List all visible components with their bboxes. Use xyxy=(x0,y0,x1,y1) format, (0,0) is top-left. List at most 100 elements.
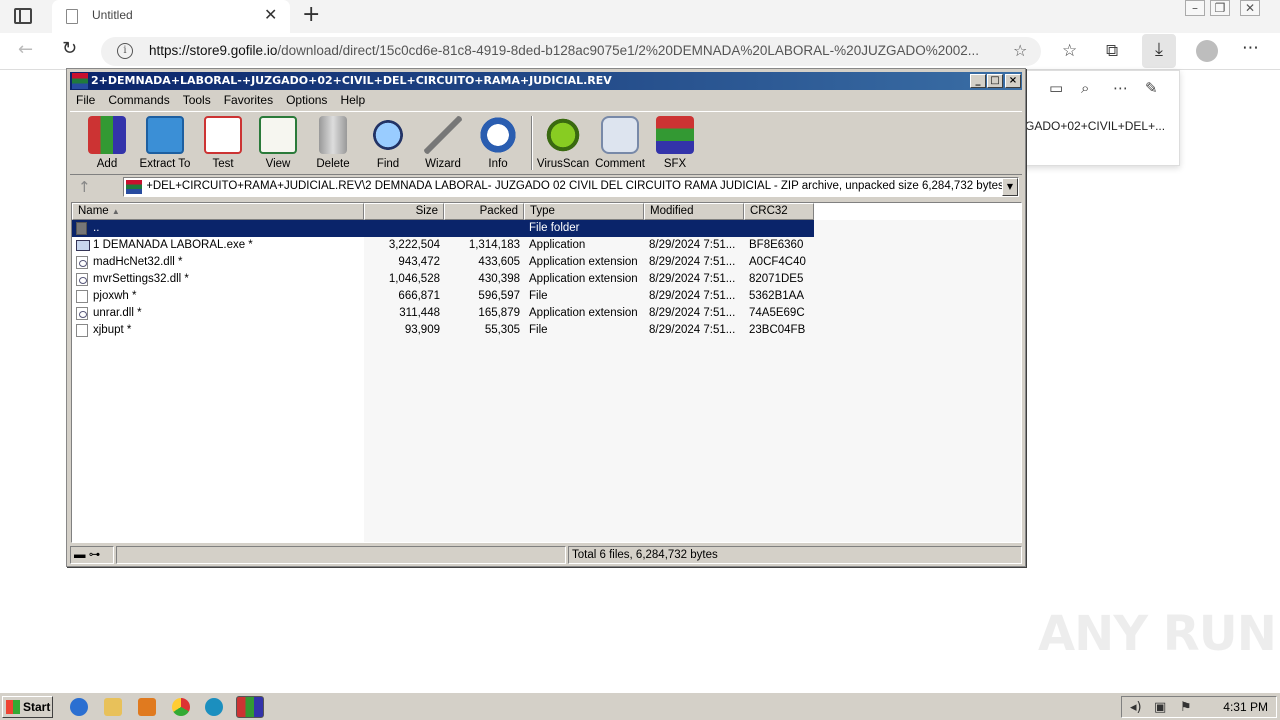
url-text[interactable]: https://store9.gofile.io/download/direct… xyxy=(149,43,1009,58)
view-button[interactable]: View xyxy=(250,114,306,170)
menu-help[interactable]: Help xyxy=(334,91,372,107)
volume-icon[interactable]: ◂) xyxy=(1130,700,1142,715)
search-icon[interactable]: ⌕ xyxy=(1081,79,1089,97)
file-row[interactable]: .. File folder xyxy=(72,220,814,237)
menu-file[interactable]: File xyxy=(70,91,102,107)
window-titlebar[interactable]: 2+DEMNADA+LABORAL-+JUZGADO+02+CIVIL+DEL+… xyxy=(70,72,1022,90)
page-icon xyxy=(66,9,78,24)
dll-file-icon xyxy=(76,256,88,269)
reload-icon[interactable]: ↻ xyxy=(62,38,77,59)
wand-icon xyxy=(424,116,462,154)
tab-title: Untitled xyxy=(92,8,133,22)
comment-button[interactable]: Comment xyxy=(592,114,648,170)
collections-icon[interactable]: ⧉ xyxy=(1106,41,1118,61)
file-modified: 8/29/2024 7:51... xyxy=(649,273,736,285)
col-modified[interactable]: Modified xyxy=(644,203,744,220)
ie-icon[interactable] xyxy=(70,698,88,716)
virusscan-button[interactable]: VirusScan xyxy=(535,114,591,170)
media-player-icon[interactable] xyxy=(138,698,156,716)
sfx-books-icon xyxy=(656,116,694,154)
window-title: 2+DEMNADA+LABORAL-+JUZGADO+02+CIVIL+DEL+… xyxy=(91,74,612,87)
file-row[interactable]: madHcNet32.dll * 943,472 433,605 Applicatio… xyxy=(72,254,814,271)
file-size: 93,909 xyxy=(404,324,440,336)
edge-icon[interactable] xyxy=(205,698,223,716)
winrar-window: 2+DEMNADA+LABORAL-+JUZGADO+02+CIVIL+DEL+… xyxy=(66,68,1026,567)
file-name: madHcNet32.dll * xyxy=(93,256,183,268)
toolbar-separator xyxy=(531,116,533,170)
tab-actions-icon[interactable] xyxy=(14,8,32,24)
minimize-icon[interactable]: – xyxy=(1185,0,1205,16)
test-button[interactable]: Test xyxy=(195,114,251,170)
browser-tab-bar: Untitled ✕ + – ❐ ✕ xyxy=(0,0,1280,33)
bug-icon xyxy=(544,116,582,154)
archive-path-combobox[interactable]: \DO+02+CIVIL+DEL+CIRCUITO+RAMA+JUDICIAL.… xyxy=(123,177,1019,197)
close-button[interactable]: × xyxy=(1005,74,1021,88)
path-dropdown-icon[interactable]: ▼ xyxy=(1002,178,1018,196)
close-tab-icon[interactable]: ✕ xyxy=(264,5,277,24)
file-icon xyxy=(76,324,88,337)
extract-to-button[interactable]: Extract To xyxy=(137,114,193,170)
winrar-taskbar-icon[interactable] xyxy=(236,696,264,718)
file-name: unrar.dll * xyxy=(93,307,142,319)
flag-icon[interactable]: ⚑ xyxy=(1180,700,1192,715)
file-row[interactable]: mvrSettings32.dll * 1,046,528 430,398 Appli… xyxy=(72,271,814,288)
favorites-icon[interactable]: ☆ xyxy=(1062,41,1077,61)
menu-options[interactable]: Options xyxy=(280,91,334,107)
col-type[interactable]: Type xyxy=(524,203,644,220)
downloads-panel: ▭ ⌕ ⋯ ✎ GADO+02+CIVIL+DEL+... xyxy=(1022,70,1180,166)
download-filename[interactable]: GADO+02+CIVIL+DEL+... xyxy=(1025,119,1165,133)
address-toolbar: ← ↻ i https://store9.gofile.io/download/… xyxy=(0,33,1280,70)
favorite-star-icon[interactable]: ☆ xyxy=(1013,41,1027,60)
col-packed[interactable]: Packed xyxy=(444,203,524,220)
start-label: Start xyxy=(23,700,51,714)
file-list: Name ▲ Size Packed Type Modified CRC32 .… xyxy=(71,202,1022,543)
url-bar[interactable]: i https://store9.gofile.io/download/dire… xyxy=(101,37,1041,66)
comment-icon xyxy=(601,116,639,154)
menu-commands[interactable]: Commands xyxy=(102,91,176,107)
site-info-icon[interactable]: i xyxy=(117,43,133,59)
col-crc32[interactable]: CRC32 xyxy=(744,203,814,220)
back-icon[interactable]: ← xyxy=(18,39,33,60)
add-button[interactable]: Add xyxy=(79,114,135,170)
explorer-icon[interactable] xyxy=(104,698,122,716)
col-size[interactable]: Size xyxy=(364,203,444,220)
wizard-button[interactable]: Wizard xyxy=(415,114,471,170)
find-button[interactable]: Find xyxy=(360,114,416,170)
col-name[interactable]: Name ▲ xyxy=(72,203,364,220)
folder-extract-icon xyxy=(146,116,184,154)
chrome-icon[interactable] xyxy=(172,698,190,716)
network-icon[interactable]: ▣ xyxy=(1154,700,1166,715)
more-menu-icon[interactable]: ⋯ xyxy=(1242,38,1259,58)
menu-bar: File Commands Tools Favorites Options Help xyxy=(70,91,1022,109)
file-packed: 433,605 xyxy=(478,256,520,268)
info-button[interactable]: Info xyxy=(470,114,526,170)
file-row[interactable]: pjoxwh * 666,871 596,597 File 8/29/2024 7:51… xyxy=(72,288,814,305)
start-button[interactable]: Start xyxy=(2,696,53,718)
up-one-level-icon[interactable]: ↑ xyxy=(78,178,91,196)
menu-favorites[interactable]: Favorites xyxy=(218,91,280,107)
close-window-icon[interactable]: ✕ xyxy=(1240,0,1260,16)
file-row[interactable]: 1 DEMANADA LABORAL.exe * 3,222,504 1,314,1… xyxy=(72,237,814,254)
test-clipboard-icon xyxy=(204,116,242,154)
minimize-button[interactable]: _ xyxy=(970,74,986,88)
parent-folder-icon xyxy=(76,222,87,235)
maximize-button[interactable]: □ xyxy=(987,74,1003,88)
file-crc: 82071DE5 xyxy=(749,273,804,285)
file-row[interactable]: xjbupt * 93,909 55,305 File 8/29/2024 7:51..… xyxy=(72,322,814,339)
delete-label: Delete xyxy=(316,158,350,170)
view-label: View xyxy=(265,158,291,170)
extract-to-label: Extract To xyxy=(139,158,191,170)
more-options-icon[interactable]: ⋯ xyxy=(1113,79,1128,97)
downloads-icon[interactable]: ⤓ xyxy=(1142,34,1176,68)
browser-tab[interactable]: Untitled ✕ xyxy=(52,0,290,33)
pin-icon[interactable]: ✎ xyxy=(1145,79,1158,97)
menu-tools[interactable]: Tools xyxy=(177,91,218,107)
file-row[interactable]: unrar.dll * 311,448 165,879 Application ext… xyxy=(72,305,814,322)
status-drive-icons[interactable]: ▬ ⊶ xyxy=(70,546,114,564)
sfx-button[interactable]: SFX xyxy=(647,114,703,170)
delete-button[interactable]: Delete xyxy=(305,114,361,170)
restore-icon[interactable]: ❐ xyxy=(1210,0,1230,16)
new-tab-icon[interactable]: + xyxy=(302,2,320,27)
folder-icon[interactable]: ▭ xyxy=(1049,79,1063,97)
profile-avatar[interactable] xyxy=(1196,40,1218,62)
